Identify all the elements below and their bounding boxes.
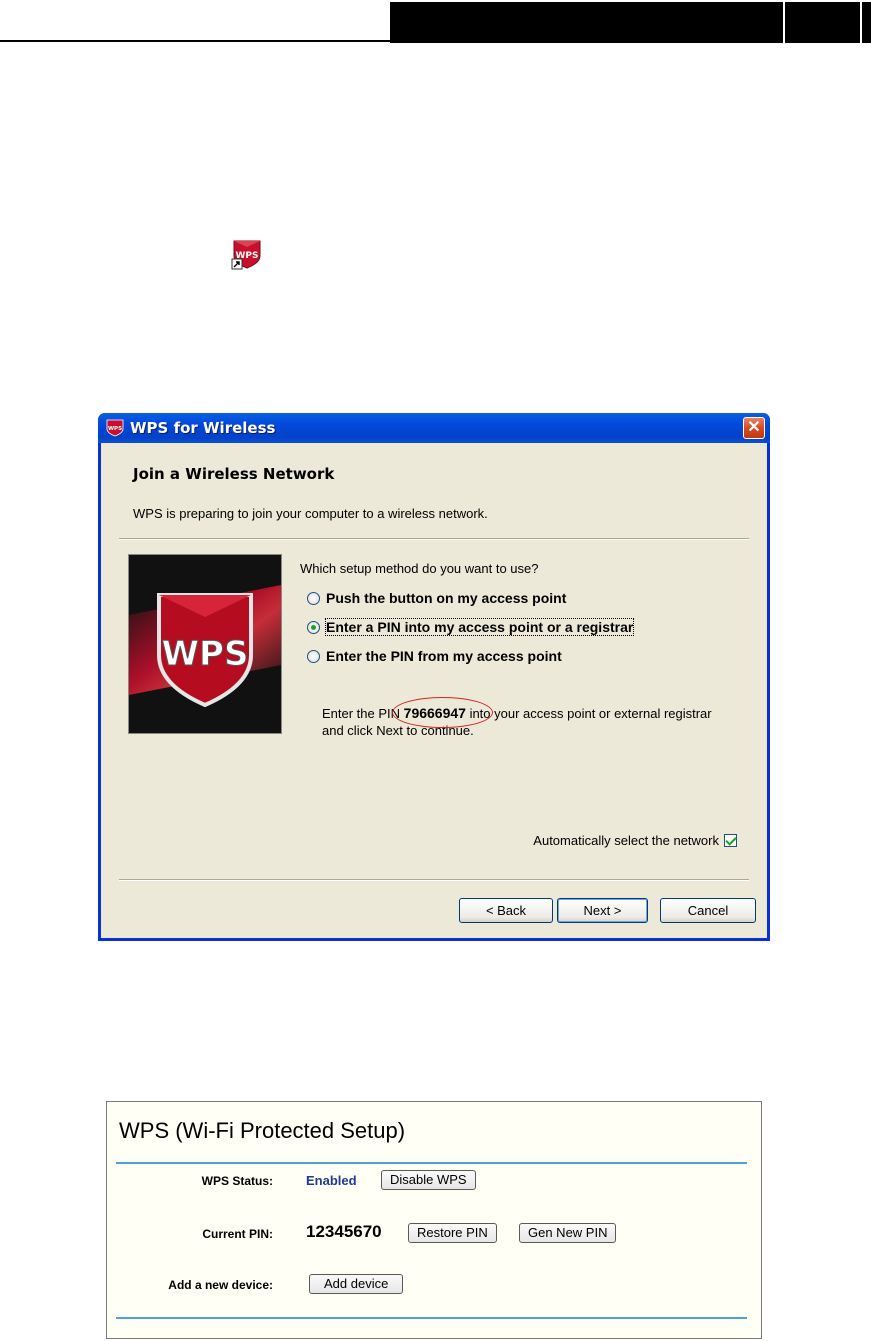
gen-new-pin-button[interactable]: Gen New PIN [519,1223,617,1243]
radio-enter-pin-into-ap[interactable]: Enter a PIN into my access point or a re… [307,618,635,636]
radio-label: Enter the PIN from my access point [326,648,562,664]
router-wps-panel: WPS (Wi-Fi Protected Setup) WPS Status: … [106,1101,762,1339]
auto-select-label: Automatically select the network [533,833,719,848]
header-bar-divider [860,2,862,43]
setup-question: Which setup method do you want to use? [300,561,539,576]
close-icon: ✕ [747,419,761,436]
header-rule [0,40,390,42]
header-bar-divider [783,2,785,43]
wps-shield-logo: WPS [129,555,281,733]
wps-app-icon: WPS [106,419,124,437]
dialog-heading: Join a Wireless Network [133,465,335,483]
disable-wps-button[interactable]: Disable WPS [381,1170,476,1190]
separator [119,879,749,881]
radio-label: Enter a PIN into my access point or a re… [324,618,635,636]
dialog-title: WPS for Wireless [130,419,276,437]
router-panel-title: WPS (Wi-Fi Protected Setup) [119,1118,406,1143]
back-button[interactable]: < Back [459,898,553,923]
dialog-body: Join a Wireless Network WPS is preparing… [101,443,767,938]
radio-icon[interactable] [307,620,320,634]
wps-status-value: Enabled [306,1173,357,1188]
next-button[interactable]: Next > [557,898,648,923]
auto-select-row[interactable]: Automatically select the network [533,833,737,848]
dialog-subtext: WPS is preparing to join your computer t… [133,506,488,521]
wps-brand-image: WPS [128,554,282,734]
auto-select-checkbox[interactable] [724,834,737,847]
pin-suffix: into your access point or external regis… [465,706,712,721]
radio-push-button[interactable]: Push the button on my access point [307,590,566,606]
svg-text:WPS: WPS [108,426,122,432]
current-pin-label: Current PIN: [202,1227,273,1241]
current-pin-value: 12345670 [306,1222,382,1241]
cancel-button[interactable]: Cancel [660,898,756,923]
radio-icon[interactable] [307,649,320,663]
header-bar [390,2,871,43]
radio-icon[interactable] [307,591,320,605]
panel-rule [116,1162,747,1164]
add-device-label: Add a new device: [168,1278,273,1292]
add-device-button[interactable]: Add device [309,1274,404,1294]
radio-label: Push the button on my access point [326,590,567,606]
dialog-titlebar[interactable]: WPS WPS for Wireless ✕ [98,413,770,443]
logo-text: WPS [162,634,249,674]
pin-highlight-circle [392,697,493,728]
restore-pin-button[interactable]: Restore PIN [408,1223,497,1243]
close-button[interactable]: ✕ [743,417,765,439]
pin-instructions: Enter the PIN 79666947 into your access … [322,705,712,739]
wps-dialog: WPS WPS for Wireless ✕ Join a Wireless N… [98,413,770,941]
separator [119,538,749,540]
radio-enter-pin-from-ap[interactable]: Enter the PIN from my access point [307,648,562,664]
wps-status-label: WPS Status: [201,1174,273,1188]
wps-shortcut-icon[interactable]: WPS [231,238,263,270]
panel-rule [116,1317,747,1319]
